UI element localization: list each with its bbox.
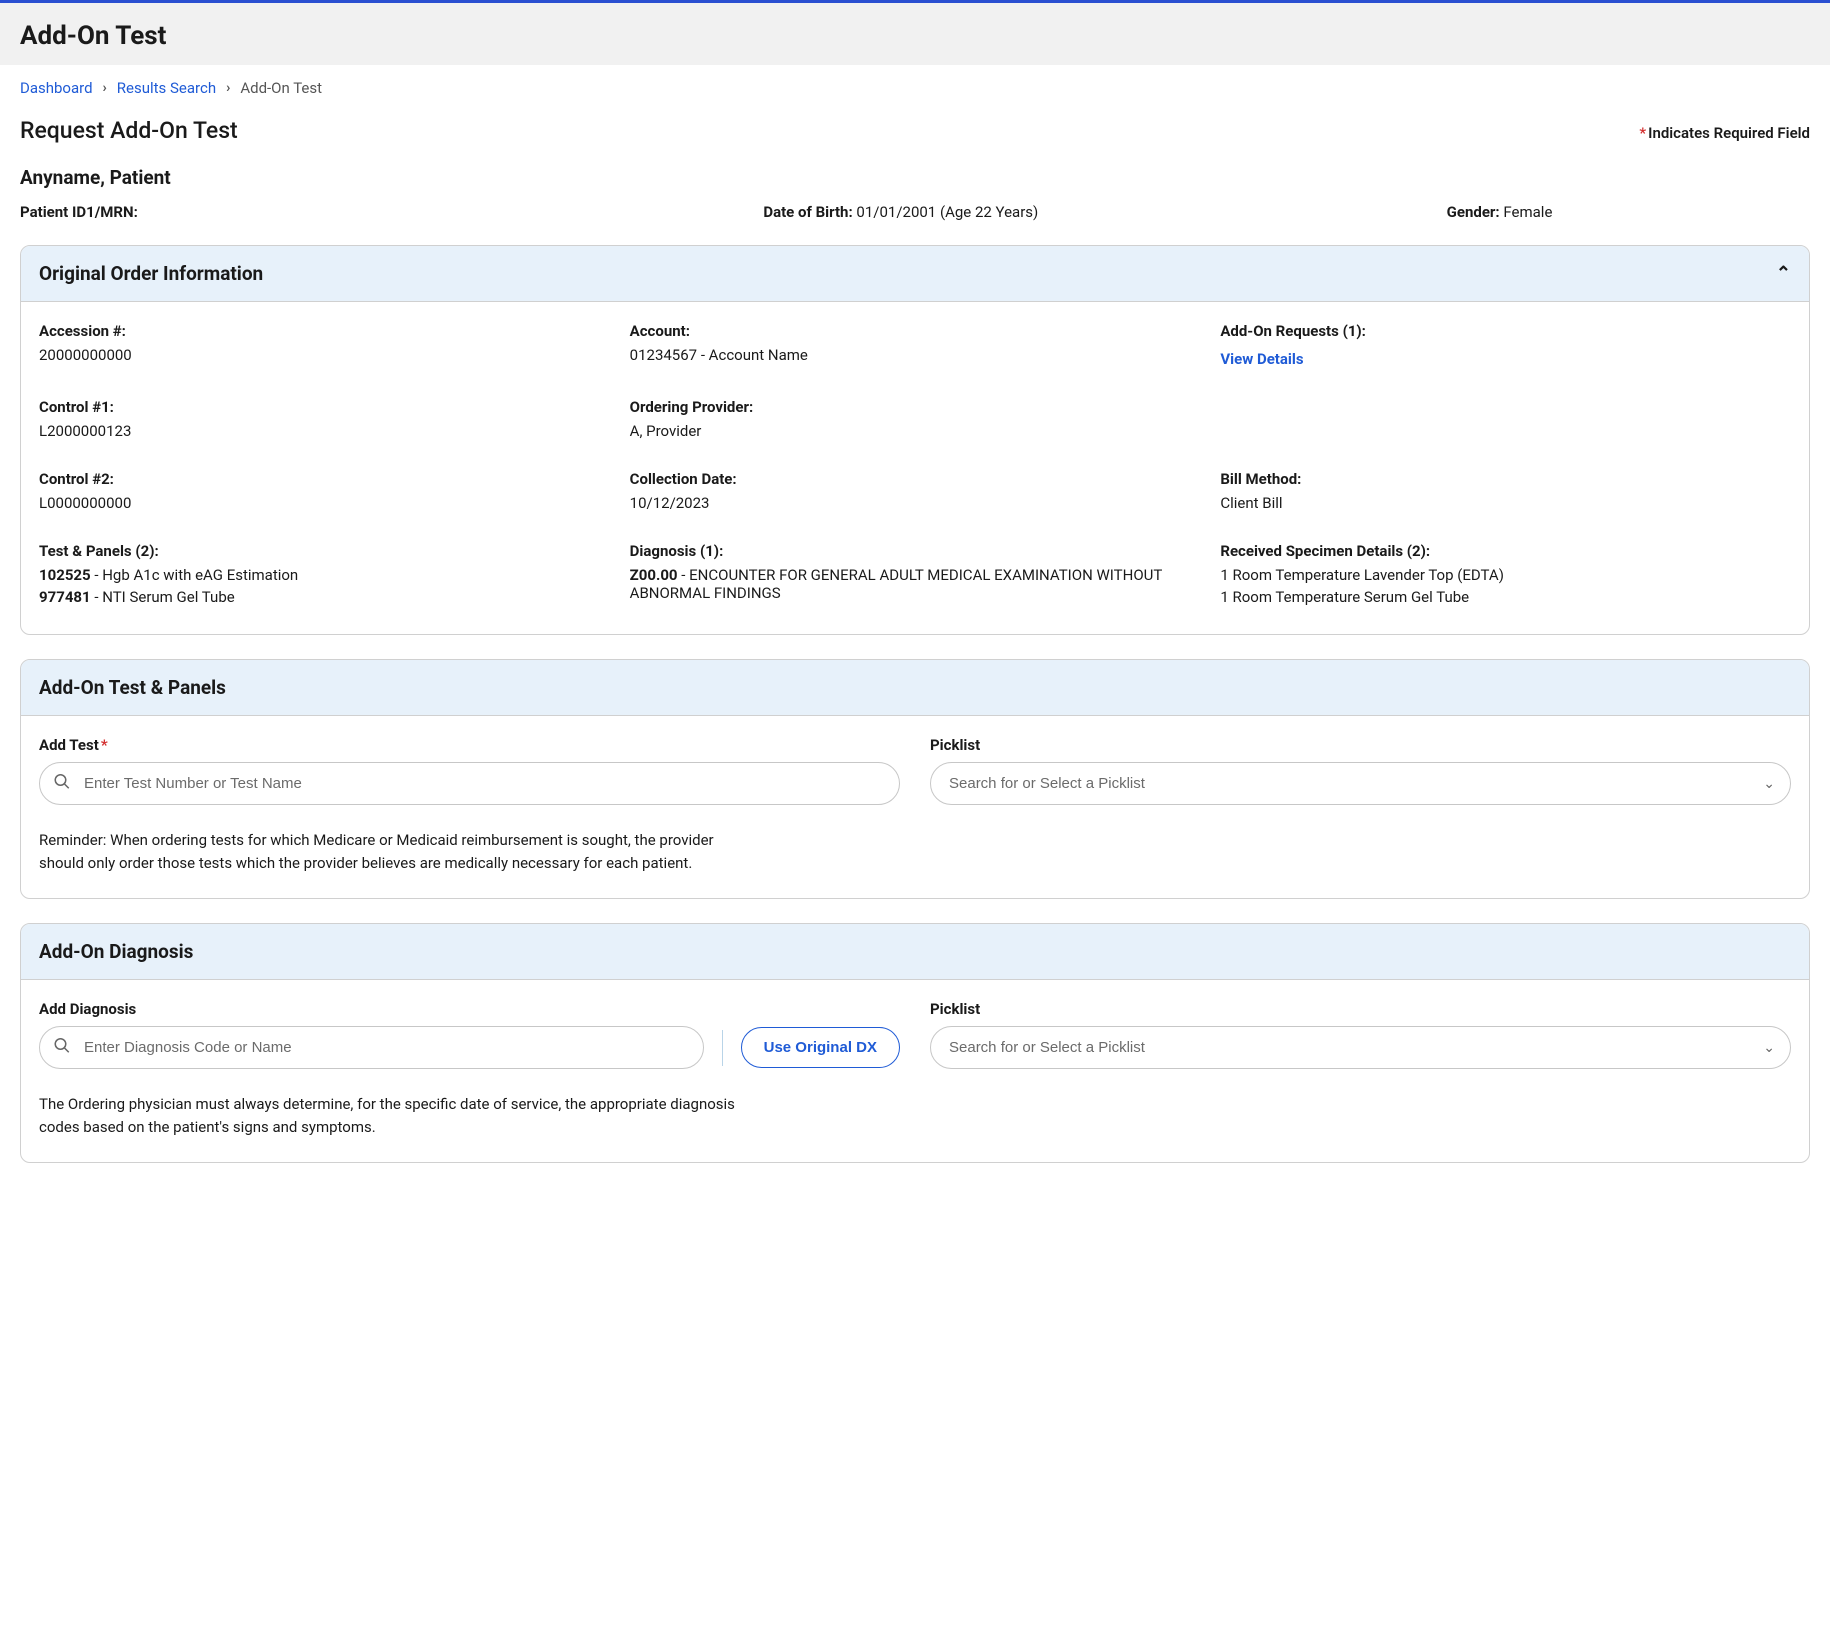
control1-value: L2000000123 <box>39 422 610 440</box>
specimen-label: Received Specimen Details (2): <box>1220 542 1791 560</box>
diagnosis-label: Diagnosis (1): <box>630 542 1201 560</box>
test-item: 102525 - Hgb A1c with eAG Estimation <box>39 566 610 584</box>
dob-value: 01/01/2001 (Age 22 Years) <box>856 203 1038 221</box>
breadcrumb-current: Add-On Test <box>240 79 322 97</box>
chevron-right-icon: › <box>103 80 107 96</box>
breadcrumb-results-search[interactable]: Results Search <box>117 79 216 97</box>
tests-label: Test & Panels (2): <box>39 542 610 560</box>
test-picklist-select[interactable]: Search for or Select a Picklist <box>930 762 1791 805</box>
tests-list: 102525 - Hgb A1c with eAG Estimation 9774… <box>39 566 610 606</box>
add-diagnosis-label: Add Diagnosis <box>39 1000 900 1018</box>
control2-value: L0000000000 <box>39 494 610 512</box>
original-order-header[interactable]: Original Order Information ⌃ <box>21 246 1809 302</box>
chevron-up-icon: ⌃ <box>1776 263 1791 284</box>
specimen-list: 1 Room Temperature Lavender Top (EDTA) 1 … <box>1220 566 1791 606</box>
addon-requests-label: Add-On Requests (1): <box>1220 322 1791 340</box>
test-item: 977481 - NTI Serum Gel Tube <box>39 588 610 606</box>
page-subheader: Request Add-On Test <box>20 117 238 144</box>
specimen-item: 1 Room Temperature Lavender Top (EDTA) <box>1220 566 1791 584</box>
breadcrumb-dashboard[interactable]: Dashboard <box>20 79 93 97</box>
account-label: Account: <box>630 322 1201 340</box>
add-test-label: Add Test* <box>39 736 900 754</box>
diagnosis-item: Z00.00 - ENCOUNTER FOR GENERAL ADULT MED… <box>630 566 1201 602</box>
reminder-text: Reminder: When ordering tests for which … <box>39 829 759 874</box>
use-original-dx-button[interactable]: Use Original DX <box>741 1027 900 1068</box>
bill-method-label: Bill Method: <box>1220 470 1791 488</box>
patient-name: Anyname, Patient <box>20 166 1810 189</box>
account-value: 01234567 - Account Name <box>630 346 1201 364</box>
view-details-link[interactable]: View Details <box>1220 350 1303 368</box>
original-order-card: Original Order Information ⌃ Accession #… <box>20 245 1810 635</box>
specimen-item: 1 Room Temperature Serum Gel Tube <box>1220 588 1791 606</box>
control2-label: Control #2: <box>39 470 610 488</box>
addon-diagnosis-card: Add-On Diagnosis Add Diagnosis Use Origi <box>20 923 1810 1163</box>
breadcrumb: Dashboard › Results Search › Add-On Test <box>0 65 1830 111</box>
addon-tests-header: Add-On Test & Panels <box>21 660 1809 716</box>
patient-info-row: Patient ID1/MRN: Date of Birth: 01/01/20… <box>20 203 1810 221</box>
patient-id-label: Patient ID1/MRN: <box>20 203 138 221</box>
addon-tests-header-title: Add-On Test & Panels <box>39 676 226 699</box>
ordering-provider-label: Ordering Provider: <box>630 398 1201 416</box>
dob-label: Date of Birth: <box>763 203 852 221</box>
accession-label: Accession #: <box>39 322 610 340</box>
addon-diagnosis-header: Add-On Diagnosis <box>21 924 1809 980</box>
accession-value: 20000000000 <box>39 346 610 364</box>
required-indicator: *Indicates Required Field <box>1639 124 1810 142</box>
add-test-input[interactable] <box>39 762 900 805</box>
add-diagnosis-input[interactable] <box>39 1026 704 1069</box>
diagnosis-picklist-select[interactable]: Search for or Select a Picklist <box>930 1026 1791 1069</box>
picklist-label-tests: Picklist <box>930 736 1791 754</box>
ordering-provider-value: A, Provider <box>630 422 1201 440</box>
page-title: Add-On Test <box>20 21 1810 51</box>
bill-method-value: Client Bill <box>1220 494 1791 512</box>
picklist-label-dx: Picklist <box>930 1000 1791 1018</box>
top-bar: Add-On Test <box>0 0 1830 65</box>
addon-tests-card: Add-On Test & Panels Add Test* Pickl <box>20 659 1810 899</box>
dx-disclaimer-text: The Ordering physician must always deter… <box>39 1093 759 1138</box>
gender-value: Female <box>1503 203 1552 221</box>
diagnosis-list: Z00.00 - ENCOUNTER FOR GENERAL ADULT MED… <box>630 566 1201 602</box>
original-order-header-title: Original Order Information <box>39 262 263 285</box>
addon-diagnosis-header-title: Add-On Diagnosis <box>39 940 193 963</box>
control1-label: Control #1: <box>39 398 610 416</box>
gender-label: Gender: <box>1447 203 1500 221</box>
collection-date-value: 10/12/2023 <box>630 494 1201 512</box>
chevron-right-icon: › <box>226 80 230 96</box>
vertical-divider <box>722 1030 723 1066</box>
collection-date-label: Collection Date: <box>630 470 1201 488</box>
